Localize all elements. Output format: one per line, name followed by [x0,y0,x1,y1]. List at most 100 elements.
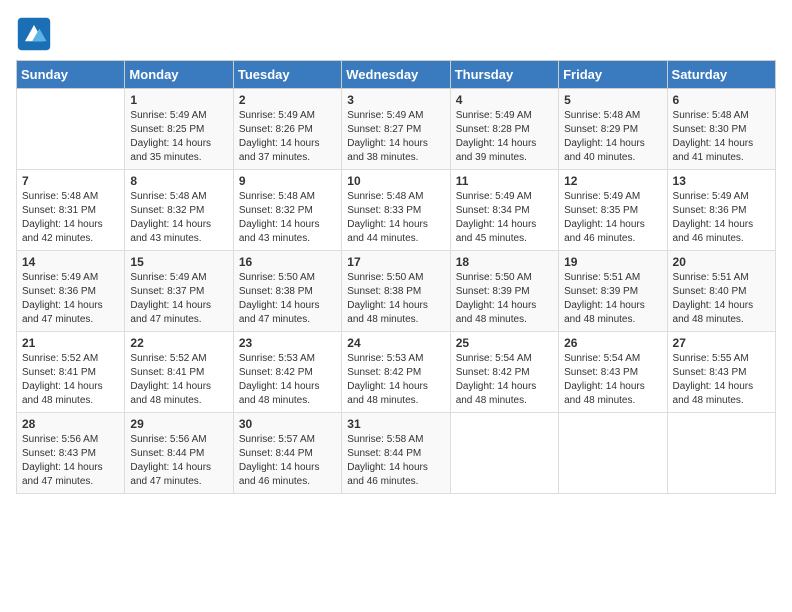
day-cell: 8 Sunrise: 5:48 AMSunset: 8:32 PMDaylight… [125,170,233,251]
day-cell: 5 Sunrise: 5:48 AMSunset: 8:29 PMDaylight… [559,89,667,170]
day-number: 28 [22,417,119,431]
logo [16,16,56,52]
day-info: Sunrise: 5:53 AMSunset: 8:42 PMDaylight:… [347,352,444,408]
day-cell: 19 Sunrise: 5:51 AMSunset: 8:39 PMDayligh… [559,251,667,332]
day-number: 14 [22,255,119,269]
header-cell-monday: Monday [125,61,233,89]
day-number: 7 [22,174,119,188]
week-row-5: 28 Sunrise: 5:56 AMSunset: 8:43 PMDayligh… [17,413,776,494]
day-number: 16 [239,255,336,269]
day-info: Sunrise: 5:50 AMSunset: 8:39 PMDaylight:… [456,271,553,327]
day-info: Sunrise: 5:48 AMSunset: 8:29 PMDaylight:… [564,109,661,165]
day-info: Sunrise: 5:50 AMSunset: 8:38 PMDaylight:… [347,271,444,327]
day-info: Sunrise: 5:51 AMSunset: 8:39 PMDaylight:… [564,271,661,327]
day-info: Sunrise: 5:49 AMSunset: 8:34 PMDaylight:… [456,190,553,246]
day-cell: 4 Sunrise: 5:49 AMSunset: 8:28 PMDaylight… [450,89,558,170]
day-number: 2 [239,93,336,107]
day-cell: 18 Sunrise: 5:50 AMSunset: 8:39 PMDayligh… [450,251,558,332]
day-info: Sunrise: 5:56 AMSunset: 8:43 PMDaylight:… [22,433,119,489]
day-info: Sunrise: 5:49 AMSunset: 8:27 PMDaylight:… [347,109,444,165]
day-cell: 2 Sunrise: 5:49 AMSunset: 8:26 PMDaylight… [233,89,341,170]
day-cell: 27 Sunrise: 5:55 AMSunset: 8:43 PMDayligh… [667,332,775,413]
day-info: Sunrise: 5:54 AMSunset: 8:43 PMDaylight:… [564,352,661,408]
day-info: Sunrise: 5:49 AMSunset: 8:36 PMDaylight:… [673,190,770,246]
day-number: 19 [564,255,661,269]
day-number: 23 [239,336,336,350]
day-cell: 30Sunrise: 5:57 AMSunset: 8:44 PMDayligh… [233,413,341,494]
day-number: 12 [564,174,661,188]
header-cell-thursday: Thursday [450,61,558,89]
day-number: 3 [347,93,444,107]
day-info: Sunrise: 5:48 AMSunset: 8:31 PMDaylight:… [22,190,119,246]
day-info: Sunrise: 5:55 AMSunset: 8:43 PMDaylight:… [673,352,770,408]
day-cell: 26 Sunrise: 5:54 AMSunset: 8:43 PMDayligh… [559,332,667,413]
header-cell-wednesday: Wednesday [342,61,450,89]
header-row: SundayMondayTuesdayWednesdayThursdayFrid… [17,61,776,89]
day-info: Sunrise: 5:48 AMSunset: 8:33 PMDaylight:… [347,190,444,246]
day-cell [450,413,558,494]
day-info: Sunrise: 5:48 AMSunset: 8:32 PMDaylight:… [239,190,336,246]
day-info: Sunrise: 5:48 AMSunset: 8:30 PMDaylight:… [673,109,770,165]
day-number: 1 [130,93,227,107]
day-number: 31 [347,417,444,431]
day-info: Sunrise: 5:52 AMSunset: 8:41 PMDaylight:… [130,352,227,408]
day-cell: 12Sunrise: 5:49 AMSunset: 8:35 PMDayligh… [559,170,667,251]
day-number: 24 [347,336,444,350]
day-number: 22 [130,336,227,350]
day-info: Sunrise: 5:49 AMSunset: 8:25 PMDaylight:… [130,109,227,165]
day-info: Sunrise: 5:56 AMSunset: 8:44 PMDaylight:… [130,433,227,489]
day-info: Sunrise: 5:49 AMSunset: 8:37 PMDaylight:… [130,271,227,327]
day-number: 20 [673,255,770,269]
day-cell: 1 Sunrise: 5:49 AMSunset: 8:25 PMDaylight… [125,89,233,170]
day-number: 29 [130,417,227,431]
day-info: Sunrise: 5:58 AMSunset: 8:44 PMDaylight:… [347,433,444,489]
day-info: Sunrise: 5:49 AMSunset: 8:36 PMDaylight:… [22,271,119,327]
day-cell: 11Sunrise: 5:49 AMSunset: 8:34 PMDayligh… [450,170,558,251]
day-cell: 3 Sunrise: 5:49 AMSunset: 8:27 PMDaylight… [342,89,450,170]
header-cell-sunday: Sunday [17,61,125,89]
day-number: 27 [673,336,770,350]
day-info: Sunrise: 5:53 AMSunset: 8:42 PMDaylight:… [239,352,336,408]
day-cell: 9Sunrise: 5:48 AMSunset: 8:32 PMDaylight… [233,170,341,251]
day-cell: 6Sunrise: 5:48 AMSunset: 8:30 PMDaylight… [667,89,775,170]
header-cell-friday: Friday [559,61,667,89]
day-number: 10 [347,174,444,188]
calendar-body: 1 Sunrise: 5:49 AMSunset: 8:25 PMDaylight… [17,89,776,494]
day-info: Sunrise: 5:52 AMSunset: 8:41 PMDaylight:… [22,352,119,408]
day-cell: 25 Sunrise: 5:54 AMSunset: 8:42 PMDayligh… [450,332,558,413]
day-cell [667,413,775,494]
day-cell: 28 Sunrise: 5:56 AMSunset: 8:43 PMDayligh… [17,413,125,494]
day-info: Sunrise: 5:54 AMSunset: 8:42 PMDaylight:… [456,352,553,408]
day-cell: 21Sunrise: 5:52 AMSunset: 8:41 PMDayligh… [17,332,125,413]
day-cell: 22 Sunrise: 5:52 AMSunset: 8:41 PMDayligh… [125,332,233,413]
logo-icon [16,16,52,52]
day-number: 30 [239,417,336,431]
day-cell: 16 Sunrise: 5:50 AMSunset: 8:38 PMDayligh… [233,251,341,332]
day-info: Sunrise: 5:49 AMSunset: 8:26 PMDaylight:… [239,109,336,165]
day-number: 25 [456,336,553,350]
day-number: 4 [456,93,553,107]
day-number: 13 [673,174,770,188]
day-number: 18 [456,255,553,269]
day-cell: 24 Sunrise: 5:53 AMSunset: 8:42 PMDayligh… [342,332,450,413]
day-number: 26 [564,336,661,350]
calendar-table: SundayMondayTuesdayWednesdayThursdayFrid… [16,60,776,494]
day-cell: 20 Sunrise: 5:51 AMSunset: 8:40 PMDayligh… [667,251,775,332]
day-info: Sunrise: 5:50 AMSunset: 8:38 PMDaylight:… [239,271,336,327]
day-number: 15 [130,255,227,269]
day-cell [559,413,667,494]
day-cell: 14 Sunrise: 5:49 AMSunset: 8:36 PMDayligh… [17,251,125,332]
day-number: 17 [347,255,444,269]
week-row-4: 21Sunrise: 5:52 AMSunset: 8:41 PMDayligh… [17,332,776,413]
day-number: 8 [130,174,227,188]
day-cell: 7 Sunrise: 5:48 AMSunset: 8:31 PMDaylight… [17,170,125,251]
calendar-header: SundayMondayTuesdayWednesdayThursdayFrid… [17,61,776,89]
day-number: 5 [564,93,661,107]
header-cell-saturday: Saturday [667,61,775,89]
day-info: Sunrise: 5:49 AMSunset: 8:28 PMDaylight:… [456,109,553,165]
week-row-3: 14 Sunrise: 5:49 AMSunset: 8:36 PMDayligh… [17,251,776,332]
day-info: Sunrise: 5:51 AMSunset: 8:40 PMDaylight:… [673,271,770,327]
day-info: Sunrise: 5:48 AMSunset: 8:32 PMDaylight:… [130,190,227,246]
day-cell: 10 Sunrise: 5:48 AMSunset: 8:33 PMDayligh… [342,170,450,251]
day-cell: 31 Sunrise: 5:58 AMSunset: 8:44 PMDayligh… [342,413,450,494]
